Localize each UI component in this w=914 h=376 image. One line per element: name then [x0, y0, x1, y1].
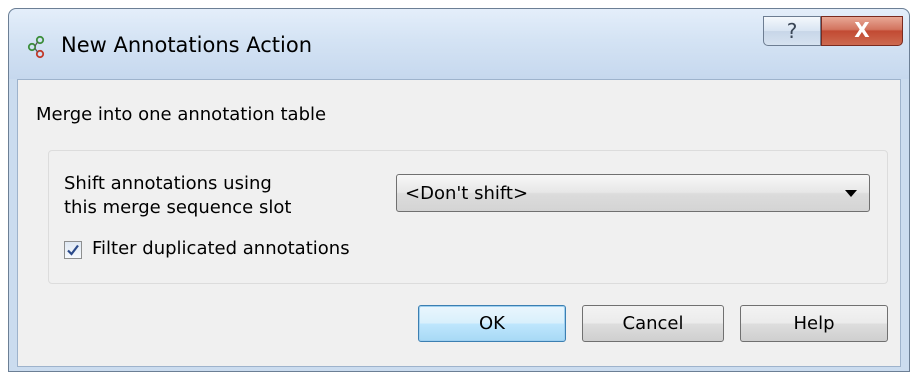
help-button[interactable]: Help [740, 305, 888, 342]
merge-heading: Merge into one annotation table [36, 104, 327, 125]
filter-duplicates-label[interactable]: Filter duplicated annotations [92, 238, 350, 259]
annotations-action-icon [27, 35, 45, 59]
shift-label-line-1: Shift annotations using [64, 173, 272, 194]
help-title-button[interactable]: ? [763, 16, 821, 46]
cancel-button[interactable]: Cancel [582, 305, 724, 342]
shift-label-line-2: this merge sequence slot [64, 197, 292, 218]
shift-select[interactable]: <Don't shift> [396, 174, 870, 212]
question-mark-icon: ? [786, 19, 798, 43]
close-icon: X [854, 18, 870, 42]
filter-duplicates-checkbox[interactable] [64, 241, 82, 259]
ok-button[interactable]: OK [418, 305, 566, 342]
shift-select-value: <Don't shift> [405, 183, 529, 204]
close-button[interactable]: X [821, 16, 903, 46]
chevron-down-icon [845, 190, 857, 197]
shift-label: Shift annotations using this merge seque… [64, 172, 384, 220]
checkmark-icon [67, 244, 79, 256]
window-title: New Annotations Action [61, 33, 313, 57]
